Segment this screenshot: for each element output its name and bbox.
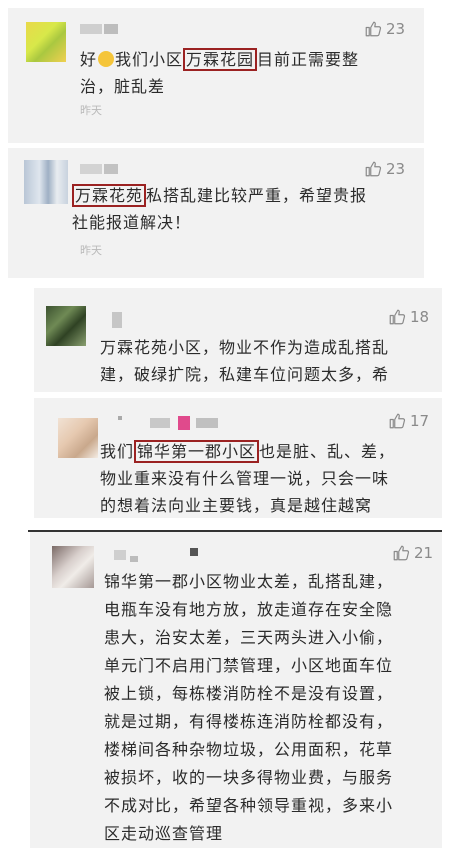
comment-time: 昨天 — [80, 104, 102, 117]
like-count: 23 — [386, 160, 406, 178]
highlight-box: 锦华第一郡小区 — [134, 440, 260, 463]
emoji-icon — [98, 51, 115, 67]
avatar[interactable] — [52, 546, 94, 588]
like-count: 21 — [414, 544, 434, 562]
avatar[interactable] — [58, 418, 98, 458]
like-count: 23 — [386, 20, 406, 38]
comment-text: 我们 锦华第一郡小区 也是脏、乱、差， 物业重来没有什么管理一说，只会一味 的想着法… — [100, 440, 396, 515]
username-blurred[interactable] — [150, 418, 170, 428]
like-button[interactable]: 18 — [388, 308, 429, 326]
comment-time: 昨天 — [80, 244, 102, 257]
like-button[interactable]: 17 — [388, 412, 429, 430]
comment-text: 好我们小区 万霖花园 目前正需要整 治，脏乱差 — [80, 48, 360, 96]
thumbs-up-icon — [392, 544, 410, 562]
username-blurred[interactable] — [112, 312, 122, 328]
like-button[interactable]: 23 — [364, 20, 405, 38]
username-blurred[interactable] — [190, 548, 198, 556]
username-blurred[interactable] — [114, 550, 126, 560]
avatar[interactable] — [24, 160, 68, 204]
username-blurred[interactable] — [80, 164, 102, 174]
comment-text: 万霖花苑 私搭乱建比较严重，希望贵报 社能报道解决！ — [72, 184, 368, 232]
thumbs-up-icon — [364, 20, 382, 38]
avatar[interactable] — [26, 22, 66, 62]
highlight-box: 万霖花园 — [183, 48, 258, 71]
username-blurred[interactable] — [104, 24, 118, 34]
username-blurred[interactable] — [196, 418, 218, 428]
username-blurred[interactable] — [104, 164, 118, 174]
thumbs-up-icon — [388, 308, 406, 326]
thumbs-up-icon — [364, 160, 382, 178]
like-button[interactable]: 23 — [364, 160, 405, 178]
comment-text: 锦华第一郡小区物业太差，乱搭乱建， 电瓶车没有地方放，放走道存在安全隐 患大，治… — [104, 572, 394, 843]
username-blurred[interactable] — [178, 416, 190, 430]
username-blurred[interactable] — [80, 24, 102, 34]
username-blurred[interactable] — [130, 556, 138, 562]
thumbs-up-icon — [388, 412, 406, 430]
comment-text: 万霖花苑小区，物业不作为造成乱搭乱 建，破绿扩院，私建车位问题太多，希 — [100, 338, 390, 384]
highlight-box: 万霖花苑 — [72, 184, 147, 207]
username-blurred[interactable] — [118, 416, 122, 420]
avatar[interactable] — [46, 306, 86, 346]
like-button[interactable]: 21 — [392, 544, 433, 562]
like-count: 18 — [410, 308, 430, 326]
like-count: 17 — [410, 412, 430, 430]
